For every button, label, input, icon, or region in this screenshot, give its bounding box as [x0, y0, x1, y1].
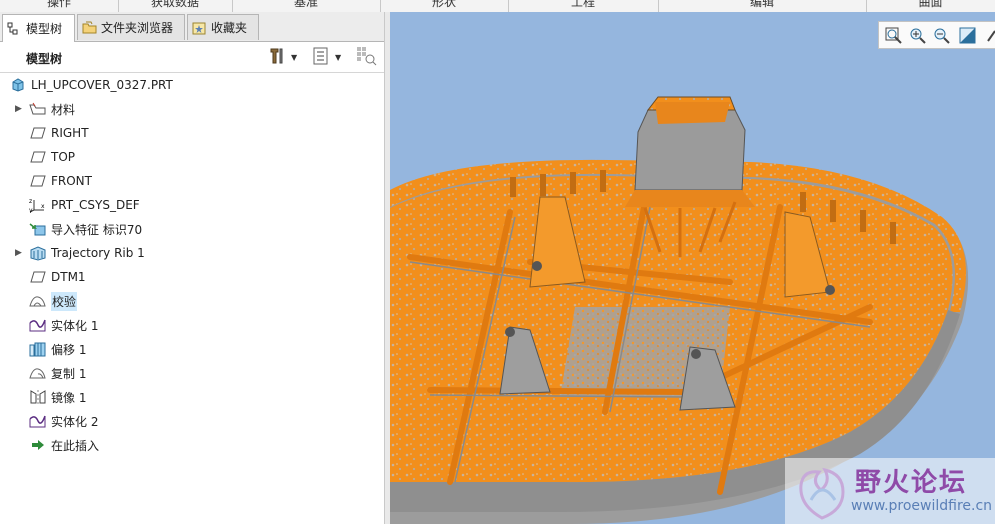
tree-item-right[interactable]: RIGHT: [0, 121, 384, 145]
tree-item-label: RIGHT: [51, 126, 89, 140]
view-toolbar: [878, 21, 995, 49]
offset-icon: [29, 341, 46, 357]
favorites-icon: [192, 21, 206, 35]
ribbon-group-engineering[interactable]: 工程: [508, 0, 659, 12]
tab-label: 收藏夹: [211, 21, 248, 35]
model-tree: LH_UPCOVER_0327.PRT ▶ 材料 RIGHT TOP FRONT…: [0, 72, 384, 525]
svg-text:x: x: [41, 203, 45, 210]
tree-item-copy-1[interactable]: 复制 1: [0, 361, 384, 385]
datum-plane-icon: [29, 149, 46, 165]
tree-item-insert-here[interactable]: 在此插入: [0, 433, 384, 457]
tree-item-mirror-1[interactable]: 镜像 1: [0, 385, 384, 409]
ribbon-group-operations[interactable]: 操作: [0, 0, 119, 12]
model-tree-title: 模型树: [26, 52, 63, 66]
model-tree-icon: [7, 22, 21, 36]
flame-logo-icon: [799, 467, 845, 520]
filter-icon: [356, 46, 378, 69]
chevron-down-icon: ▼: [291, 52, 298, 62]
tree-item-label: 实体化 2: [51, 414, 99, 429]
graphics-viewport[interactable]: 野火论坛 www.proewildfire.cn: [390, 12, 995, 524]
tree-item-offset-1[interactable]: 偏移 1: [0, 337, 384, 361]
folder-browser-icon: [82, 21, 97, 35]
model-tree-header: 模型树 ▼ ▼: [0, 42, 388, 72]
ribbon-group-shapes[interactable]: 形状: [380, 0, 509, 12]
insert-here-icon: [29, 437, 46, 453]
tree-item-label: 偏移 1: [51, 342, 87, 357]
solidify-icon: [29, 317, 46, 333]
quilt-icon: [29, 293, 46, 309]
mirror-icon: [29, 389, 46, 405]
expand-arrow-icon[interactable]: ▶: [15, 104, 23, 114]
tree-item-dtm1[interactable]: DTM1: [0, 265, 384, 289]
tab-folder-browser[interactable]: 文件夹浏览器: [77, 14, 185, 40]
chevron-down-icon: ▼: [335, 52, 342, 62]
expand-arrow-icon[interactable]: ▶: [15, 248, 23, 258]
ribbon-group-datum[interactable]: 基准: [232, 0, 381, 12]
zoom-fit-icon[interactable]: [885, 27, 903, 45]
watermark-title: 野火论坛: [855, 468, 968, 498]
tree-item-csys[interactable]: z x y PRT_CSYS_DEF: [0, 193, 384, 217]
tab-label: 模型树: [26, 22, 63, 36]
tree-item-label: TOP: [51, 150, 76, 164]
more-icon[interactable]: [985, 27, 995, 45]
tree-item-solidify-2[interactable]: 实体化 2: [0, 409, 384, 433]
tab-model-tree[interactable]: 模型树: [2, 14, 75, 42]
solidify-icon: [29, 413, 46, 429]
ribbon-group-edit[interactable]: 编辑: [658, 0, 867, 12]
zoom-out-icon[interactable]: [933, 27, 951, 45]
tree-item-label: 实体化 1: [51, 318, 99, 333]
tree-item-label: 在此插入: [51, 438, 100, 453]
tab-label: 文件夹浏览器: [101, 21, 174, 35]
tab-favorites[interactable]: 收藏夹: [187, 14, 259, 40]
tree-item-label: 材料: [51, 102, 76, 117]
tree-item-front[interactable]: FRONT: [0, 169, 384, 193]
datum-plane-icon: [29, 173, 46, 189]
datum-plane-icon: [29, 125, 46, 141]
copy-icon: [29, 365, 46, 381]
tree-item-label: 镜像 1: [51, 390, 87, 405]
navigator-tabs: 模型树 文件夹浏览器 收藏夹: [0, 12, 388, 42]
watermark-url: www.proewildfire.cn: [851, 498, 993, 514]
trajectory-rib-icon: [29, 245, 46, 261]
zoom-in-icon[interactable]: [909, 27, 927, 45]
part-model-render: [390, 96, 969, 524]
csys-icon: z x y: [29, 197, 46, 213]
tree-item-label: 复制 1: [51, 366, 87, 381]
material-icon: [29, 101, 46, 117]
shading-icon[interactable]: [959, 27, 977, 45]
svg-text:y: y: [29, 207, 33, 213]
tree-item-label: PRT_CSYS_DEF: [51, 198, 140, 212]
tree-item-check[interactable]: 校验: [0, 289, 384, 313]
datum-plane-icon: [29, 269, 46, 285]
tree-item-label: LH_UPCOVER_0327.PRT: [31, 78, 173, 92]
tree-item-solidify-1[interactable]: 实体化 1: [0, 313, 384, 337]
tree-item-trajectory-rib[interactable]: ▶ Trajectory Rib 1: [0, 241, 384, 265]
forum-watermark: 野火论坛 www.proewildfire.cn: [785, 458, 995, 524]
show-list-button[interactable]: ▼: [312, 47, 342, 68]
part-icon: [9, 77, 26, 93]
tree-item-import-feature[interactable]: 导入特征 标识70: [0, 217, 384, 241]
tree-item-top[interactable]: TOP: [0, 145, 384, 169]
tree-root-part[interactable]: LH_UPCOVER_0327.PRT: [0, 73, 384, 97]
tree-item-label: 校验: [51, 291, 78, 311]
ribbon-group-surfaces[interactable]: 曲面: [866, 0, 995, 12]
settings-tools-icon: [268, 47, 286, 68]
tree-item-label: Trajectory Rib 1: [51, 246, 145, 260]
ribbon-group-get-data[interactable]: 获取数据: [118, 0, 233, 12]
filter-button[interactable]: [356, 46, 378, 69]
tree-item-material[interactable]: ▶ 材料: [0, 97, 384, 121]
import-feature-icon: [29, 221, 46, 237]
settings-tools-button[interactable]: ▼: [268, 48, 297, 66]
tree-item-label: FRONT: [51, 174, 92, 188]
svg-text:z: z: [29, 198, 32, 205]
navigator-panel: 模型树 文件夹浏览器 收藏夹 模型树 ▼ ▼ LH_UPCOVER_0327.P…: [0, 12, 388, 524]
show-list-icon: [312, 47, 330, 68]
tree-item-label: DTM1: [51, 270, 86, 284]
tree-item-label: 导入特征 标识70: [51, 222, 143, 237]
